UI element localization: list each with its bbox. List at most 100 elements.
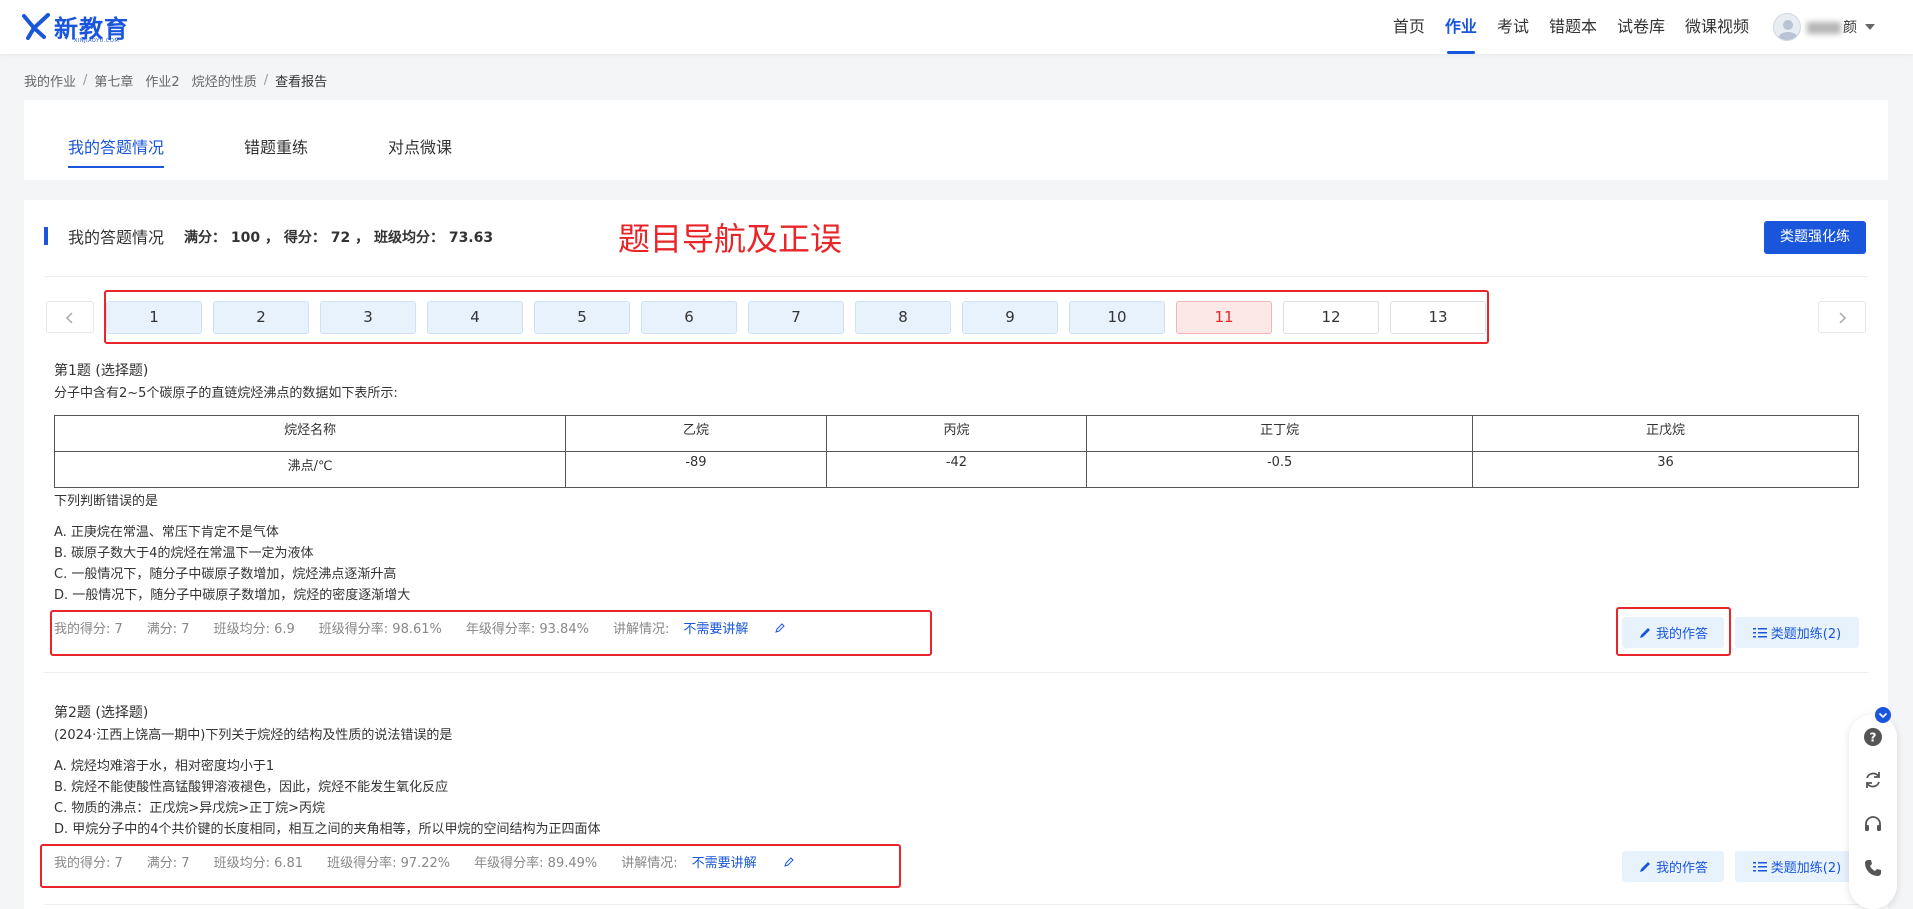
table-cell: 正戊烷 (1472, 415, 1859, 452)
headset-icon[interactable] (1862, 813, 1884, 835)
breadcrumb-topic[interactable]: 烷烃的性质 (192, 71, 257, 90)
table-cell: 沸点/℃ (53, 451, 567, 488)
q1-stem: 分子中含有2~5个碳原子的直链烷烃沸点的数据如下表所示: (54, 386, 398, 401)
question-nav-2[interactable]: 2 (213, 301, 309, 334)
q1-title: 第1题 (选择题) (54, 363, 149, 379)
q2-option-a: A. 烷烃均难溶于水，相对密度均小于1 (54, 759, 275, 774)
table-cell: 乙烷 (565, 415, 827, 452)
q1-my-answer-button[interactable]: 我的作答 (1622, 617, 1724, 648)
table-cell: 丙烷 (825, 415, 1088, 452)
chevron-right-icon (1839, 312, 1847, 324)
q1-full-score: 满分: 7 (146, 622, 190, 637)
svg-text:?: ? (1870, 731, 1877, 745)
score-summary: 满分： 100 ， 得分： 72 ， 班级均分： 73.63 (184, 230, 494, 246)
nav-exam[interactable]: 考试 (1497, 0, 1529, 54)
refresh-icon[interactable] (1862, 769, 1884, 791)
question-nav-12[interactable]: 12 (1283, 301, 1379, 334)
table-cell: -42 (825, 451, 1088, 488)
collapse-toolbar-button[interactable] (1875, 707, 1891, 723)
q2-my-answer-button[interactable]: 我的作答 (1622, 851, 1724, 882)
q1-grade-rate: 年级得分率: 93.84% (465, 622, 589, 637)
q1-similar-practice-button[interactable]: 类题加练(2) (1735, 617, 1859, 648)
edit-icon (783, 856, 794, 867)
logo[interactable]: 新教育 XINJIAOYU.COM (22, 9, 129, 44)
help-icon[interactable]: ? (1862, 726, 1884, 748)
table-cell: 正丁烷 (1086, 415, 1474, 452)
section-header: 我的答题情况 (44, 226, 164, 247)
similar-practice-button[interactable]: 类题强化练 (1764, 221, 1866, 254)
question-nav-13[interactable]: 13 (1390, 301, 1486, 334)
q1-options: A. 正庚烷在常温、常压下肯定不是气体 B. 碳原子数大于4的烷烃在常温下一定为… (54, 522, 410, 606)
q2-explain-label: 讲解情况: (621, 856, 678, 871)
tabs-card: 我的答题情况 错题重练 对点微课 (24, 100, 1888, 180)
q2-grade-rate: 年级得分率: 89.49% (474, 856, 598, 871)
avatar (1773, 13, 1801, 41)
main-nav: 首页 作业 考试 错题本 试卷库 微课视频 颜 (1383, 0, 1875, 54)
q1-option-a: A. 正庚烷在常温、常压下肯定不是气体 (54, 525, 279, 540)
annotation-label: 题目导航及正误 (618, 220, 843, 258)
user-menu[interactable]: 颜 (1773, 13, 1875, 41)
prev-page-button[interactable] (46, 301, 94, 333)
q2-similar-practice-button[interactable]: 类题加练(2) (1735, 851, 1859, 882)
breadcrumb-homework[interactable]: 作业2 (145, 71, 179, 90)
question-nav-10[interactable]: 10 (1069, 301, 1165, 334)
q1-my-score: 我的得分: 7 (54, 622, 123, 637)
chevron-down-icon (1878, 712, 1888, 719)
pencil-icon (1639, 627, 1650, 638)
question-nav-5[interactable]: 5 (534, 301, 630, 334)
chevron-down-icon (1865, 24, 1875, 30)
q1-option-c: C. 一般情况下，随分子中碳原子数增加，烷烃沸点逐渐升高 (54, 567, 397, 582)
q2-options: A. 烷烃均难溶于水，相对密度均小于1 B. 烷烃不能使酸性高锰酸钾溶液褪色，因… (54, 756, 601, 840)
question-nav-6[interactable]: 6 (641, 301, 737, 334)
q2-class-rate: 班级得分率: 97.22% (327, 856, 451, 871)
question-nav-3[interactable]: 3 (320, 301, 416, 334)
q2-title: 第2题 (选择题) (54, 705, 149, 721)
q1-class-rate: 班级得分率: 98.61% (318, 622, 442, 637)
q2-stats: 我的得分: 7 满分: 7 班级均分: 6.81 班级得分率: 97.22% 年… (54, 852, 795, 871)
q2-stem: (2024·江西上饶高一期中)下列关于烷烃的结构及性质的说法错误的是 (54, 728, 453, 743)
q1-data-table: 烷烃名称 乙烷 丙烷 正丁烷 正戊烷 沸点/℃ -89 -42 -0.5 36 (53, 415, 1859, 488)
q1-stats: 我的得分: 7 满分: 7 班级均分: 6.9 班级得分率: 98.61% 年级… (54, 618, 786, 637)
table-cell: -89 (565, 451, 827, 488)
q2-option-b: B. 烷烃不能使酸性高锰酸钾溶液褪色，因此，烷烃不能发生氧化反应 (54, 780, 449, 795)
question-nav-9[interactable]: 9 (962, 301, 1058, 334)
q1-explain-status[interactable]: 不需要讲解 (683, 618, 786, 637)
breadcrumb-chapter[interactable]: 第七章 (94, 71, 133, 90)
nav-mistake-book[interactable]: 错题本 (1549, 0, 1597, 54)
answer-report-card: 我的答题情况 满分： 100 ， 得分： 72 ， 班级均分： 73.63 题目… (24, 200, 1888, 909)
q1-class-avg: 班级均分: 6.9 (213, 622, 295, 637)
nav-paper-library[interactable]: 试卷库 (1617, 0, 1665, 54)
q2-full-score: 满分: 7 (146, 856, 190, 871)
next-page-button[interactable] (1818, 301, 1866, 333)
phone-icon[interactable] (1862, 857, 1884, 879)
nav-home[interactable]: 首页 (1393, 0, 1425, 54)
q1-explain-label: 讲解情况: (612, 622, 670, 637)
logo-icon (22, 12, 50, 40)
question-nav-7[interactable]: 7 (748, 301, 844, 334)
tab-my-answers[interactable]: 我的答题情况 (68, 134, 165, 168)
top-header: 新教育 XINJIAOYU.COM 首页 作业 考试 错题本 试卷库 微课视频 … (0, 0, 1913, 54)
q2-my-score: 我的得分: 7 (54, 856, 123, 871)
q2-explain-status[interactable]: 不需要讲解 (692, 852, 795, 871)
chevron-left-icon (65, 312, 73, 324)
list-icon (1752, 627, 1767, 637)
q2-class-avg: 班级均分: 6.81 (213, 856, 304, 871)
tab-mistake-practice[interactable]: 错题重练 (244, 134, 308, 158)
nav-micro-video[interactable]: 微课视频 (1685, 0, 1749, 54)
pencil-icon (1639, 861, 1650, 872)
q2-option-c: C. 物质的沸点：正戊烷>异戊烷>正丁烷>丙烷 (54, 801, 326, 816)
question-nav-4[interactable]: 4 (427, 301, 523, 334)
logo-subtext: XINJIAOYU.COM (74, 38, 120, 44)
question-nav-1[interactable]: 1 (106, 301, 202, 334)
list-icon (1752, 861, 1767, 871)
nav-homework[interactable]: 作业 (1445, 0, 1477, 54)
q2-option-d: D. 甲烷分子中的4个共价键的长度相同，相互之间的夹角相等，所以甲烷的空间结构为… (54, 822, 601, 837)
breadcrumb-my-homework[interactable]: 我的作业 (24, 71, 76, 90)
question-nav-11[interactable]: 11 (1176, 301, 1272, 334)
table-cell: 36 (1472, 451, 1859, 488)
q1-option-b: B. 碳原子数大于4的烷烃在常温下一定为液体 (54, 546, 314, 561)
edit-icon (775, 622, 786, 633)
tab-micro-lesson[interactable]: 对点微课 (388, 134, 452, 158)
question-nav-8[interactable]: 8 (855, 301, 951, 334)
q1-question: 下列判断错误的是 (54, 494, 159, 509)
